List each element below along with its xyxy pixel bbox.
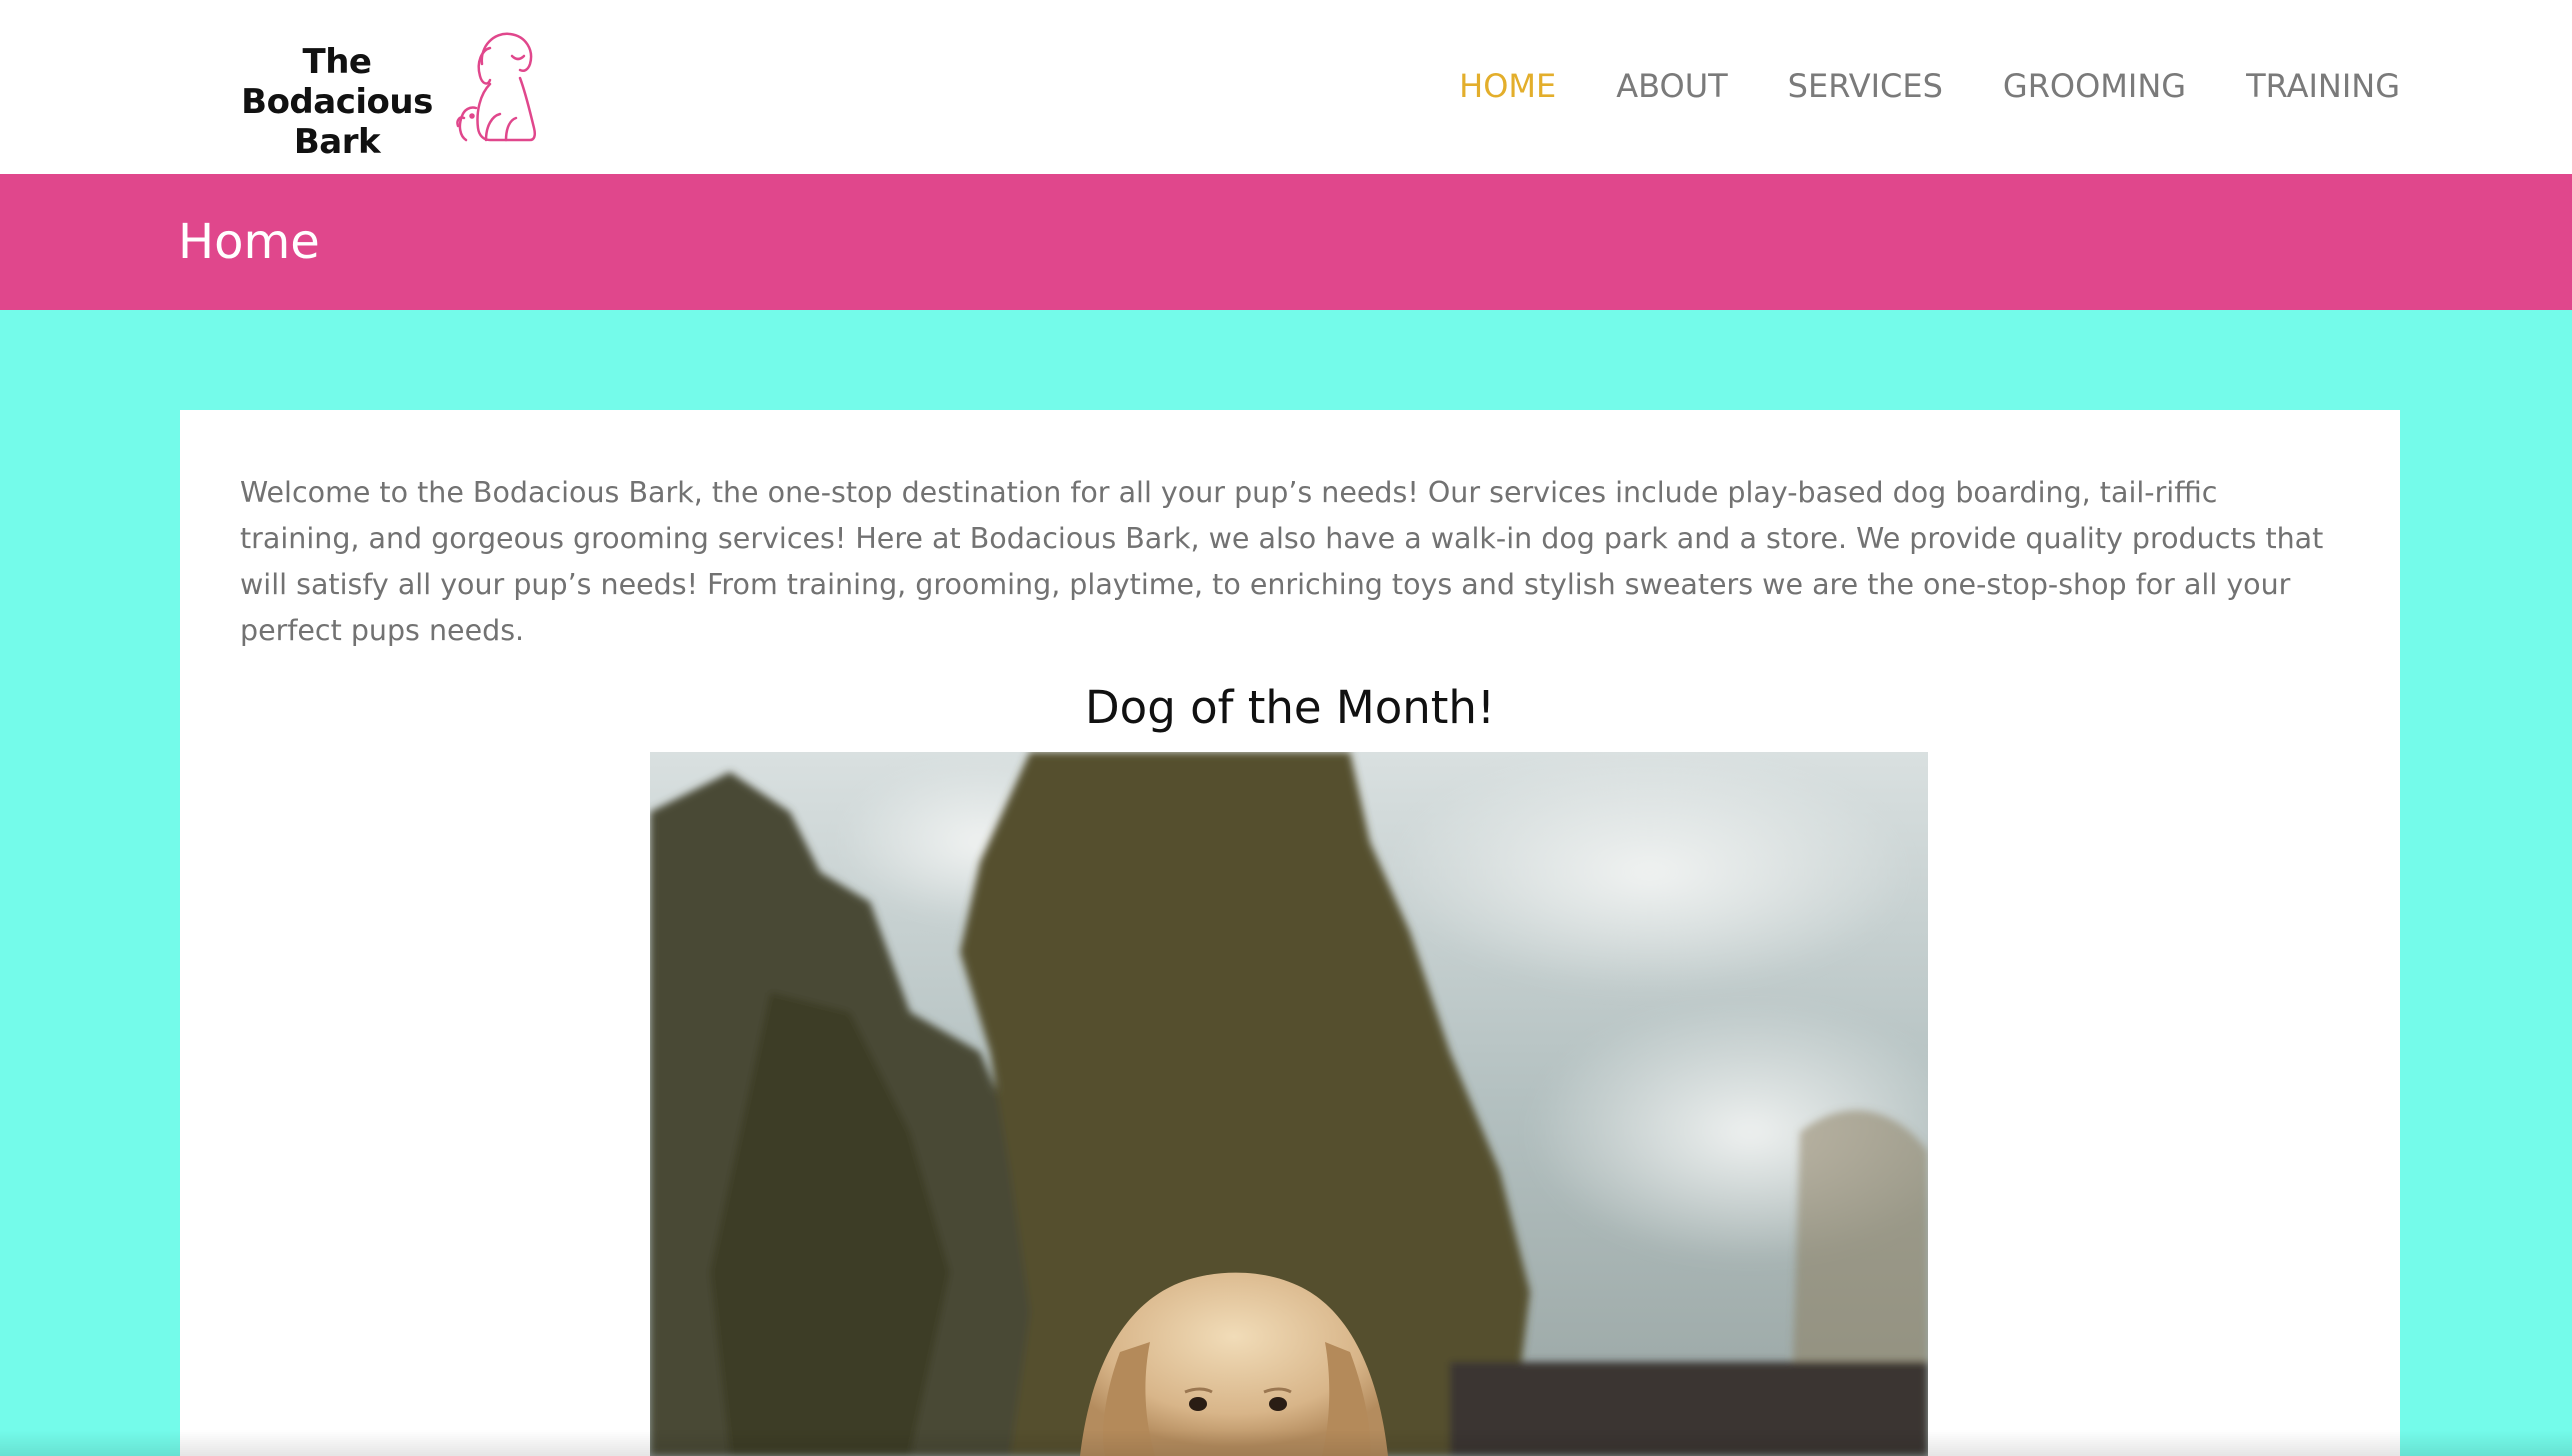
nav-item-training[interactable]: TRAINING xyxy=(2246,58,2400,114)
nav-item-grooming[interactable]: GROOMING xyxy=(2003,58,2186,114)
intro-paragraph: Welcome to the Bodacious Bark, the one-s… xyxy=(240,476,2324,647)
dog-of-the-month-heading: Dog of the Month! xyxy=(1085,681,1495,734)
content-card: Welcome to the Bodacious Bark, the one-s… xyxy=(180,410,2400,1456)
logo-text: The Bodacious Bark xyxy=(222,42,452,162)
nav-item-home[interactable]: HOME xyxy=(1459,58,1556,114)
logo-line-1: The Bodacious xyxy=(241,42,433,122)
logo-line-2: Bark xyxy=(293,122,381,162)
main-nav: HOME ABOUT SERVICES GROOMING TRAINING xyxy=(1459,58,2400,114)
page-title: Home xyxy=(178,214,320,270)
page-title-bar: Home xyxy=(0,174,2572,310)
site-logo[interactable]: The Bodacious Bark xyxy=(218,28,544,162)
site-header: The Bodacious Bark HOME ABOUT SERVICES G… xyxy=(0,0,2572,174)
nav-item-about[interactable]: ABOUT xyxy=(1616,58,1727,114)
viewport-bottom-shadow xyxy=(0,1430,2572,1456)
nav-item-services[interactable]: SERVICES xyxy=(1788,58,1943,114)
dog-of-the-month-photo xyxy=(650,752,1928,1456)
dog-outline-icon xyxy=(456,32,537,142)
